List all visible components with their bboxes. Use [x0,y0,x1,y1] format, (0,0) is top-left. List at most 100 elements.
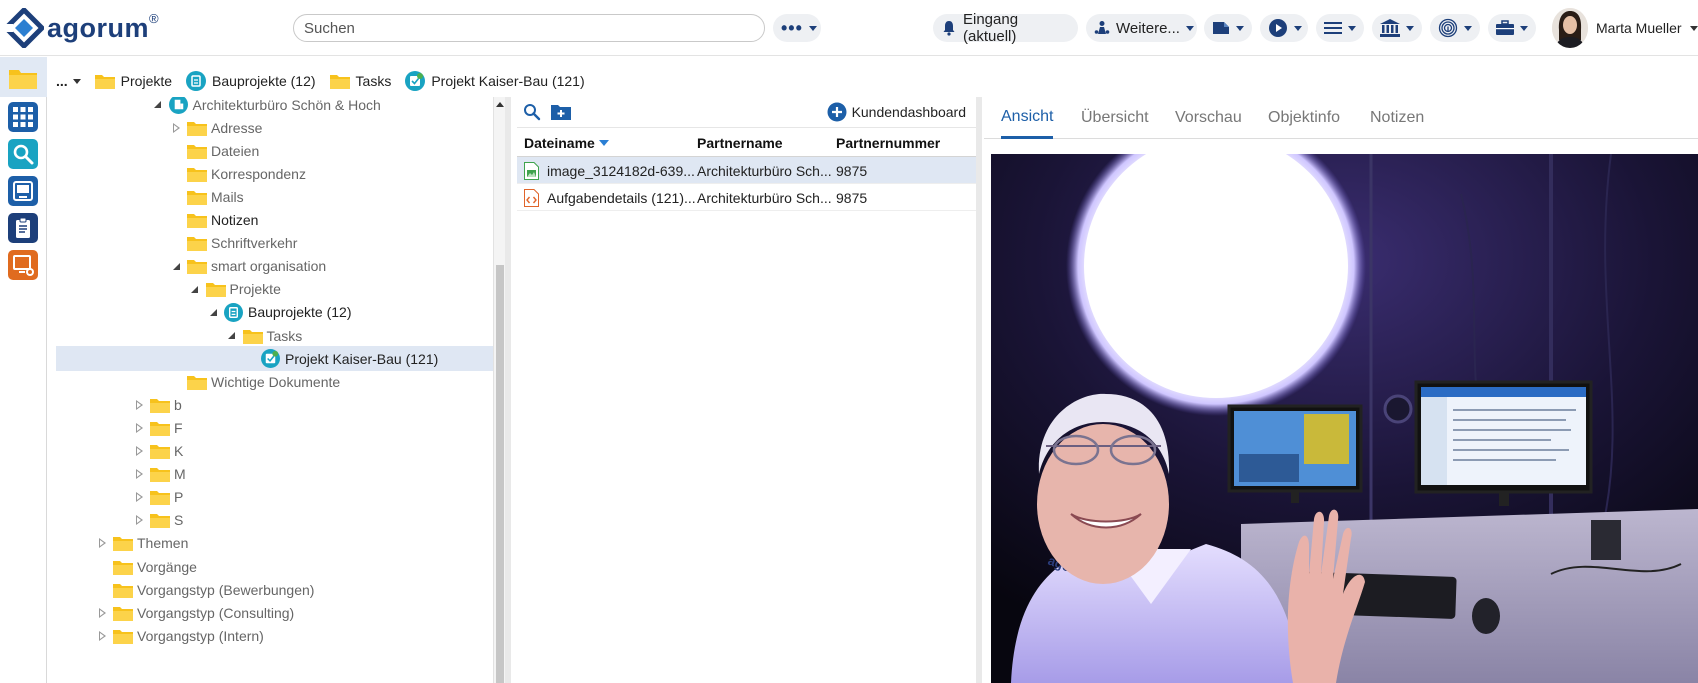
expanded-toggle-icon[interactable] [171,261,181,271]
collapsed-toggle-icon[interactable] [134,422,144,433]
tab-ansicht[interactable]: Ansicht [1001,97,1054,139]
chevron-down-icon [1348,25,1356,31]
search-icon[interactable] [523,103,541,124]
search-app-button[interactable] [8,139,38,169]
presentation-app-button[interactable] [8,250,38,280]
tree-item[interactable]: Vorgangstyp (Consulting) [56,600,493,625]
tree-item[interactable]: Korrespondenz [56,161,493,186]
user-name: Marta Mueller [1596,20,1682,36]
tree-item[interactable]: Themen [56,531,493,556]
tab-label: Objektinfo [1268,109,1341,126]
table-row[interactable]: image_3124182d-639... Architekturbüro Sc… [517,157,976,184]
task-icon [405,71,426,91]
tree-item[interactable]: Tasks [56,323,493,348]
collapsed-toggle-icon[interactable] [97,607,107,618]
tree-item[interactable]: Schriftverkehr [56,231,493,256]
breadcrumb-overflow-button[interactable]: ... [56,73,81,89]
column-header-filename[interactable]: Dateiname [524,128,609,157]
tree-item[interactable]: K [56,439,493,464]
image-preview[interactable]: agorum [991,154,1698,683]
tab-notizen[interactable]: Notizen [1370,97,1424,139]
expanded-toggle-icon[interactable] [190,284,200,294]
scrollbar-thumb[interactable] [496,265,504,683]
tab-label: Ansicht [1001,107,1054,125]
tree-item[interactable]: Vorgangstyp (Intern) [56,623,493,648]
table-row[interactable]: Aufgabendetails (121)... Architekturbüro… [517,184,976,211]
inbox-button[interactable]: Eingang (aktuell) [933,11,1078,45]
search-options-button[interactable]: ••• [773,14,821,42]
tab-vorschau[interactable]: Vorschau [1175,97,1242,139]
app-header: agorum® ••• Eingang (aktuell) Weitere... [0,0,1698,56]
document-menu-button[interactable] [1204,14,1252,42]
tasks-app-button[interactable] [8,213,38,243]
tree-item[interactable]: Dateien [56,138,493,163]
new-folder-icon[interactable] [551,103,571,124]
collapsed-toggle-icon[interactable] [134,446,144,456]
tree-item[interactable]: Notizen [56,208,493,233]
tree-item[interactable]: Vorgangstyp (Bewerbungen) [56,577,493,602]
scroll-up-icon[interactable] [496,102,504,107]
collapsed-toggle-icon[interactable] [97,538,107,549]
column-header-partnername[interactable]: Partnername [697,128,783,157]
bell-icon [941,20,957,36]
preview-panel: Ansicht Übersicht Vorschau Objektinfo No… [984,97,1698,683]
tools-menu-button[interactable] [1488,14,1536,42]
tree-item[interactable]: M [56,462,493,487]
more-dots-icon: ••• [781,18,803,38]
tree-item[interactable]: Projekte [56,277,493,302]
agorum-logo[interactable]: agorum® [4,8,159,48]
workflow-menu-button[interactable] [1260,14,1308,42]
expanded-toggle-icon[interactable] [208,307,218,317]
tree-scrollbar[interactable] [493,97,505,683]
more-apps-button[interactable]: Weitere... [1086,14,1197,42]
tree-item-label: F [174,419,183,436]
collapsed-toggle-icon[interactable] [134,399,144,410]
file-name: Aufgabendetails (121)... [547,189,696,206]
tab-uebersicht[interactable]: Übersicht [1081,97,1149,139]
search-input[interactable] [293,14,765,42]
breadcrumb-item-kaiser-bau[interactable]: Projekt Kaiser-Bau (121) [405,71,585,91]
tree-item[interactable]: P [56,485,493,510]
customer-dashboard-button[interactable]: Kundendashboard [827,102,966,122]
folder-icon [150,512,170,529]
tree-item[interactable]: Vorgänge [56,554,493,579]
tree-item-label: S [174,512,184,529]
folder-icon [187,189,207,205]
grid-icon [13,107,33,127]
tree-item[interactable]: Mails [56,184,493,209]
tree-item[interactable]: S [56,508,493,533]
collapsed-toggle-icon[interactable] [134,515,144,526]
tree-item[interactable]: Projekt Kaiser-Bau (121) [56,346,493,372]
expanded-toggle-icon[interactable] [227,331,237,341]
document-icon [1212,20,1230,36]
expanded-toggle-icon[interactable] [153,100,163,110]
breadcrumb-label: Projekt Kaiser-Bau (121) [431,73,585,89]
tree-item[interactable]: Wichtige Dokumente [56,369,493,394]
archive-menu-button[interactable] [1372,14,1422,42]
collapsed-toggle-icon[interactable] [171,122,181,133]
main-menu-button[interactable] [1316,14,1364,42]
tab-objektinfo[interactable]: Objektinfo [1268,97,1340,139]
folder-icon [150,466,170,483]
tree-item[interactable]: Bauprojekte (12) [56,300,493,325]
panel-splitter[interactable] [505,97,511,683]
tree-item[interactable]: F [56,415,493,440]
collapsed-toggle-icon[interactable] [134,469,144,480]
tree-item[interactable]: Adresse [56,115,493,140]
tree-item[interactable]: b [56,392,493,417]
fingerprint-menu-button[interactable] [1430,14,1480,42]
inbox-app-button[interactable] [8,176,38,206]
breadcrumb-item-tasks[interactable]: Tasks [329,73,391,89]
column-header-partnernummer[interactable]: Partnernummer [836,128,940,157]
folder-icon [242,328,263,344]
panel-splitter[interactable] [976,97,982,683]
breadcrumb-item-projekte[interactable]: Projekte [94,73,172,89]
breadcrumb-item-bauprojekte[interactable]: Bauprojekte (12) [186,71,316,91]
collapsed-toggle-icon[interactable] [97,630,107,641]
tree-item[interactable]: smart organisation [56,254,493,279]
dashboard-app-button[interactable] [8,102,38,132]
user-menu[interactable]: Marta Mueller [1552,8,1698,48]
explorer-app-button[interactable] [8,63,38,93]
collapsed-toggle-icon[interactable] [134,492,144,503]
tree-item[interactable]: Architekturbüro Schön & Hoch [56,97,493,117]
